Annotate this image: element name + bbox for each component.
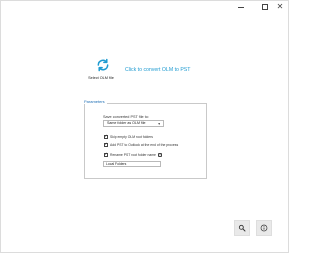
add-to-outlook-label: Add PST to Outlook at the end of the pro… [110,143,179,147]
option-add-to-outlook[interactable]: ✓ Add PST to Outlook at the end of the p… [104,142,178,148]
save-location-dropdown[interactable]: Same folder as OLM file ▾ [103,120,164,127]
info-button[interactable] [256,220,272,236]
select-olm-button[interactable]: Select OLM file [88,58,116,80]
maximize-icon [262,4,268,10]
skip-empty-label: Skip empty OLM root folders [110,135,153,139]
close-icon: ✕ [276,2,284,11]
minimize-button[interactable] [235,2,247,12]
maximize-button[interactable] [259,2,271,12]
option-rename-root[interactable]: ✓ Rename PST root folder name ? [104,152,162,158]
root-folder-name-input[interactable]: Local Folders [103,161,161,167]
search-icon [238,224,246,232]
save-location-value: Same folder as OLM file [107,121,146,125]
select-olm-label: Select OLM file [88,76,114,80]
chevron-down-icon: ▾ [158,122,160,126]
rename-root-label: Rename PST root folder name [110,153,156,157]
parameters-legend: Parameters [84,99,107,104]
sync-icon [97,58,109,72]
close-button[interactable]: ✕ [274,2,286,12]
skip-empty-checkbox[interactable]: ✓ [104,134,108,139]
option-skip-empty-folders[interactable]: ✓ Skip empty OLM root folders [104,134,153,140]
add-to-outlook-checkbox[interactable]: ✓ [104,142,108,147]
save-location-label: Save converted PST file to: [103,115,149,119]
info-icon [260,224,268,232]
minimize-icon [238,6,244,8]
convert-prompt-link[interactable]: Click to convert OLM to PST [125,67,190,73]
search-button[interactable] [234,220,250,236]
help-icon[interactable]: ? [157,153,162,157]
rename-root-checkbox[interactable]: ✓ [104,152,108,157]
